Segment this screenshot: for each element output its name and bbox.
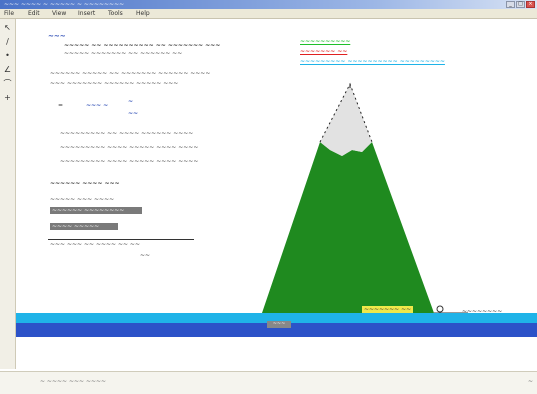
marker-label: ~~~~~~~ ~~ bbox=[362, 306, 414, 313]
mountain-body bbox=[262, 142, 434, 313]
ground-label[interactable]: ~~~ bbox=[267, 321, 291, 328]
status-text: ~ ~~~~ ~~~ ~~~~ bbox=[40, 378, 107, 385]
status-bar: ~ ~~~~ ~~~ ~~~~ ~ bbox=[0, 371, 537, 394]
mountain-snowcap bbox=[320, 84, 372, 156]
status-corner: ~ bbox=[527, 378, 533, 385]
marker-circle-icon[interactable] bbox=[436, 305, 444, 313]
marker-right-label: ~~~~~~~~ bbox=[462, 308, 503, 315]
